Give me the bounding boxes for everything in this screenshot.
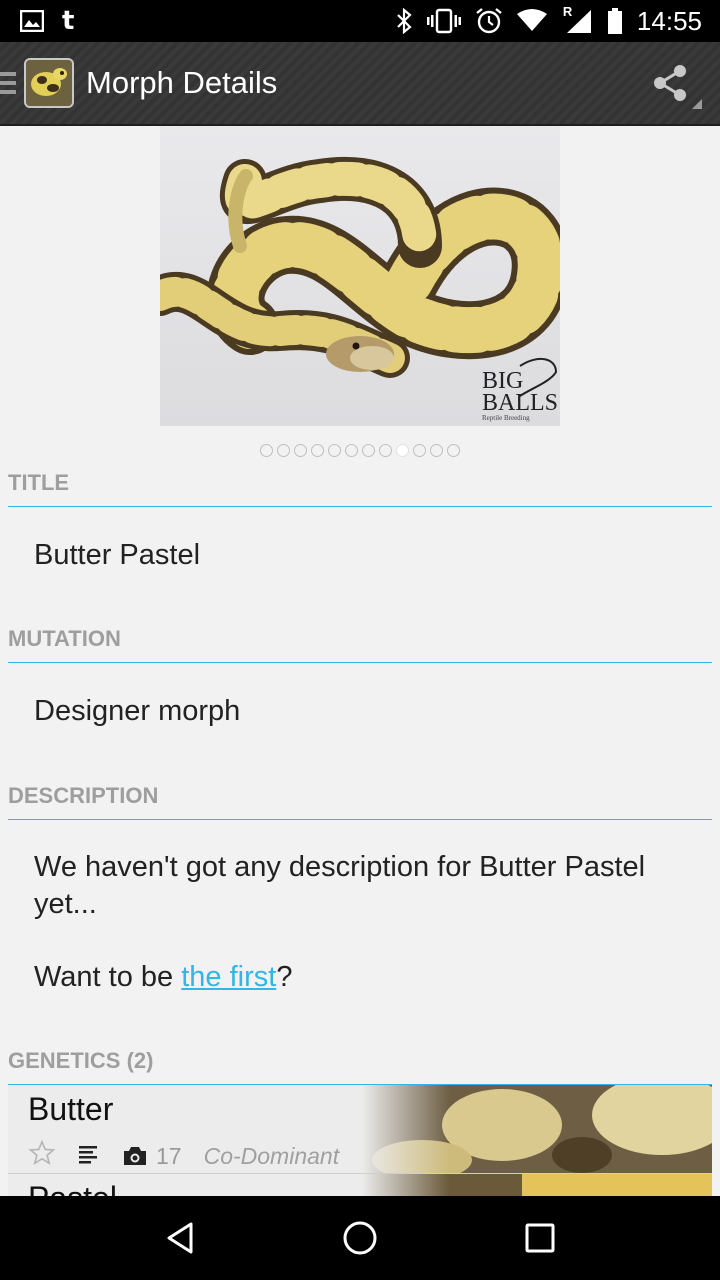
camera-icon bbox=[124, 1147, 146, 1165]
gallery-page-indicator bbox=[0, 444, 720, 457]
gallery-page-dot[interactable] bbox=[328, 444, 341, 457]
back-button[interactable] bbox=[140, 1198, 220, 1278]
signal-roaming-icon: R bbox=[561, 4, 593, 34]
mutation-value: Designer morph bbox=[34, 695, 241, 727]
gallery-page-dot[interactable] bbox=[345, 444, 358, 457]
share-icon bbox=[654, 65, 686, 101]
gene-row-butter[interactable]: Butter 17 Co-Dominant bbox=[8, 1085, 712, 1173]
image-icon bbox=[20, 10, 44, 32]
back-icon bbox=[167, 1222, 193, 1254]
gallery-page-dot[interactable] bbox=[362, 444, 375, 457]
page-title: Morph Details bbox=[86, 65, 278, 100]
inheritance-type: Co-Dominant bbox=[203, 1142, 340, 1169]
home-icon bbox=[343, 1221, 377, 1255]
gene-thumbnail-image bbox=[362, 1085, 712, 1173]
gallery-page-dot[interactable] bbox=[311, 444, 324, 457]
contribute-suffix: ? bbox=[276, 961, 293, 993]
title-section-header: TITLE bbox=[8, 470, 712, 507]
gene-row-pastel[interactable]: Pastel bbox=[8, 1174, 712, 1196]
alarm-icon bbox=[475, 7, 503, 35]
gallery-page-dot[interactable] bbox=[294, 444, 307, 457]
status-bar: t R 14:55 bbox=[0, 0, 720, 42]
battery-icon bbox=[607, 8, 623, 34]
action-bar: Morph Details bbox=[0, 42, 720, 126]
bluetooth-icon bbox=[395, 8, 413, 34]
photo-count: 17 bbox=[122, 1143, 182, 1170]
genetics-section-header: GENETICS (2) bbox=[8, 1048, 712, 1085]
wifi-icon bbox=[516, 9, 547, 33]
mutation-section-header: MUTATION bbox=[8, 626, 712, 663]
snake-photo-image: BIG BALLS Reptile Breeding bbox=[160, 126, 560, 426]
watermark-tagline: Reptile Breeding bbox=[482, 414, 530, 422]
watermark-balls: BALLS bbox=[482, 390, 558, 416]
contribute-prompt: Want to be the first? bbox=[34, 959, 694, 996]
home-button[interactable] bbox=[320, 1198, 400, 1278]
roaming-label: R bbox=[562, 4, 573, 19]
recents-icon bbox=[525, 1223, 555, 1253]
navigation-bar bbox=[0, 1196, 720, 1280]
app-logo-icon[interactable] bbox=[24, 58, 74, 108]
gallery-page-dot[interactable] bbox=[447, 444, 460, 457]
gene-thumbnail-image bbox=[362, 1174, 712, 1196]
gene-meta: 17 Co-Dominant bbox=[28, 1139, 339, 1173]
overflow-corner-icon bbox=[692, 99, 702, 109]
gallery-page-dot[interactable] bbox=[260, 444, 273, 457]
vibrate-icon bbox=[426, 8, 461, 34]
drawer-indicator-icon[interactable] bbox=[0, 68, 18, 98]
morph-title-value: Butter Pastel bbox=[34, 539, 201, 571]
gene-name: Butter bbox=[28, 1091, 114, 1127]
gallery-page-dot[interactable] bbox=[379, 444, 392, 457]
description-text: We haven't got any description for Butte… bbox=[34, 851, 646, 920]
contribute-link[interactable]: the first bbox=[181, 961, 276, 993]
share-button[interactable] bbox=[638, 51, 702, 115]
photo-count-value: 17 bbox=[156, 1142, 182, 1169]
favorite-star-icon[interactable] bbox=[28, 1139, 56, 1173]
gallery-page-dot[interactable] bbox=[277, 444, 290, 457]
description-section-header: DESCRIPTION bbox=[8, 783, 712, 820]
contribute-prefix: Want to be bbox=[34, 961, 182, 993]
gallery-page-dot[interactable] bbox=[413, 444, 426, 457]
recents-button[interactable] bbox=[500, 1198, 580, 1278]
gallery-page-dot[interactable] bbox=[396, 444, 409, 457]
gallery-page-dot[interactable] bbox=[430, 444, 443, 457]
tumblr-icon: t bbox=[62, 6, 75, 36]
morph-photo[interactable]: BIG BALLS Reptile Breeding bbox=[160, 126, 560, 426]
description-lines-icon bbox=[78, 1143, 100, 1170]
clock: 14:55 bbox=[636, 5, 702, 36]
gene-name: Pastel bbox=[28, 1180, 117, 1196]
